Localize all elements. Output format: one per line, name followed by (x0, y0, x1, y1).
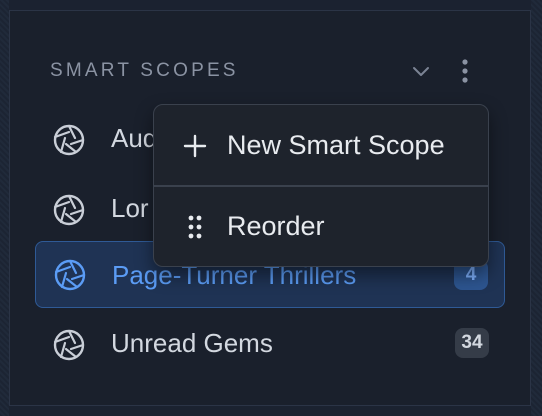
aperture-icon (53, 194, 85, 226)
chevron-down-icon[interactable] (410, 62, 432, 82)
aperture-icon (54, 259, 86, 291)
scope-label: Unread Gems (111, 328, 273, 358)
menu-item-reorder[interactable]: Reorder (154, 186, 488, 266)
left-edge-divider (0, 0, 9, 416)
sidebar-frame: SMART SCOPES Aud Lor Page-Turner Thrille… (0, 0, 542, 416)
scope-options-menu: New Smart Scope Reorder (153, 104, 489, 267)
scope-label: Aud (111, 123, 158, 153)
drag-handle-icon (182, 214, 208, 240)
scope-item-unread-gems[interactable]: Unread Gems 34 (35, 317, 505, 369)
aperture-icon (53, 329, 85, 361)
section-title: SMART SCOPES (50, 60, 239, 81)
menu-item-label: New Smart Scope (227, 130, 445, 160)
menu-item-label: Reorder (227, 211, 325, 241)
plus-icon (182, 133, 208, 159)
menu-item-new-smart-scope[interactable]: New Smart Scope (154, 105, 488, 185)
right-edge-divider (531, 0, 542, 416)
count-badge: 34 (455, 328, 489, 358)
aperture-icon (53, 124, 85, 156)
more-vertical-icon[interactable] (455, 58, 475, 84)
scope-label: Lor (111, 193, 149, 223)
